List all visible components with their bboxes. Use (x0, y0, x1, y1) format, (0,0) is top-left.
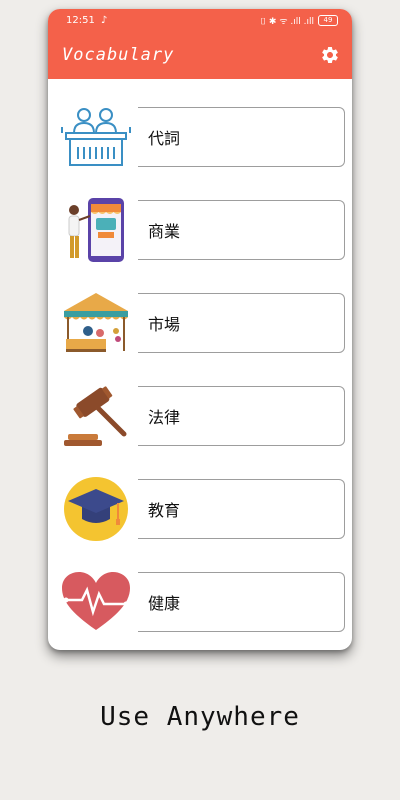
category-card[interactable]: 商業 (138, 200, 345, 260)
mobile-shop-icon (68, 198, 124, 262)
status-indicators: ⌷ ✱ ᯤ .ıll .ıll (260, 16, 314, 27)
category-card[interactable]: 法律 (138, 386, 345, 446)
category-item-business[interactable]: 商業 (48, 198, 352, 262)
music-note-icon: ♪ (100, 14, 108, 26)
battery-icon: 49 (318, 14, 338, 26)
graduation-cap-icon (64, 477, 128, 541)
gavel-icon (64, 386, 127, 446)
category-card[interactable]: 健康 (138, 572, 345, 632)
category-label: 健康 (148, 594, 181, 613)
category-card[interactable]: 代詞 (138, 107, 345, 167)
tagline: Use Anywhere (100, 702, 300, 732)
app-bar: Vocabulary (48, 31, 352, 79)
people-at-desk-icon (61, 108, 131, 166)
category-item-pronouns[interactable]: 代詞 (48, 107, 352, 167)
market-stall-icon (64, 293, 128, 352)
status-time: 12:51 (66, 14, 95, 26)
category-label: 教育 (148, 501, 181, 520)
heartbeat-icon (62, 572, 130, 630)
category-label: 商業 (148, 222, 181, 241)
category-card[interactable]: 教育 (138, 479, 345, 539)
category-item-market[interactable]: 市場 (48, 293, 352, 353)
category-label: 法律 (148, 408, 181, 427)
app-title: Vocabulary (62, 45, 175, 65)
category-card[interactable]: 市場 (138, 293, 345, 353)
phone-frame: 12:51 ♪ ⌷ ✱ ᯤ .ıll .ıll 49 Vocabulary 代詞… (48, 9, 352, 650)
status-bar: 12:51 ♪ ⌷ ✱ ᯤ .ıll .ıll 49 (48, 9, 352, 31)
category-item-health[interactable]: 健康 (48, 572, 352, 632)
category-label: 市場 (148, 315, 181, 334)
gear-icon[interactable] (320, 45, 340, 65)
category-label: 代詞 (148, 129, 181, 148)
category-item-education[interactable]: 教育 (48, 477, 352, 541)
category-item-law[interactable]: 法律 (48, 386, 352, 446)
